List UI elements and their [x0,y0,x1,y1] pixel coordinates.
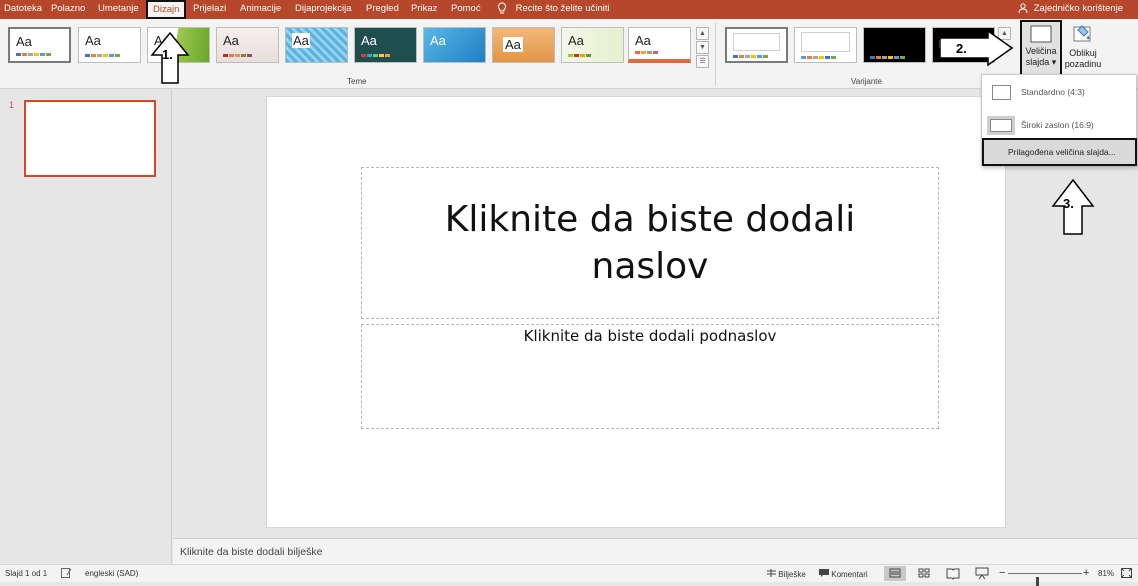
format-background-button[interactable]: Oblikuj pozadinu [1062,23,1104,79]
theme-2[interactable]: Aa [78,27,141,63]
tab-design[interactable]: Dizajn [146,0,187,19]
slideshow-icon [975,567,989,580]
language-indicator[interactable]: engleski (SAD) [85,569,138,578]
format-background-icon [1073,25,1091,42]
variants-group-label: Varijante [851,77,882,86]
reading-view-icon [946,568,960,580]
slide-sorter-icon [918,568,930,578]
notes-pane[interactable]: Kliknite da biste dodali bilješke [173,538,1138,564]
tell-me-text: Recite što želite učiniti [515,3,610,15]
tab-transitions[interactable]: Prijelazi [193,3,226,14]
slide-size-label-line1: Veličina [1025,46,1057,56]
notes-placeholder-text: Kliknite da biste dodali bilješke [180,546,323,558]
slide-counter: Slajd 1 od 1 [5,569,48,578]
menu-item-widescreen[interactable]: Široki zaslon (16:9) [984,111,1136,139]
ribbon-tab-bar: Datoteka Polazno Umetanje Dizajn Prijela… [0,0,1138,19]
callout-label-2: 2. [956,41,967,56]
title-placeholder[interactable]: Kliknite da biste dodali naslov [361,167,939,319]
tab-file[interactable]: Datoteka [4,3,42,14]
menu-item-custom-size-label: Prilagođena veličina slajda... [1008,147,1116,157]
theme-7[interactable]: Aa [423,27,486,63]
slide-thumbnail[interactable] [24,100,156,177]
share-button[interactable]: Zajedničko korištenje [1018,3,1123,14]
notes-toggle-label: Bilješke [778,570,806,579]
theme-5[interactable]: Aa [285,27,348,63]
tab-animations[interactable]: Animacije [240,3,281,14]
standard-size-icon [992,85,1011,100]
slideshow-button[interactable] [971,566,993,581]
comment-icon [819,569,829,577]
variant-1[interactable] [725,27,788,63]
tab-insert[interactable]: Umetanje [98,3,139,14]
theme-9[interactable]: Aa [561,27,624,63]
callout-arrow-3: 3. [1051,178,1095,235]
theme-4[interactable]: Aa [216,27,279,63]
menu-item-standard[interactable]: Standardno (4:3) [984,78,1136,106]
zoom-out-button[interactable]: − [999,567,1005,579]
zoom-slider[interactable] [1008,573,1082,586]
menu-item-custom-size[interactable]: Prilagođena veličina slajda... [982,138,1137,166]
format-background-label-line2: pozadinu [1064,59,1102,69]
tell-me-box[interactable]: Recite što želite učiniti [497,2,610,15]
status-bar: Slajd 1 od 1 engleski (SAD) Bilješke Kom… [0,564,1138,586]
tab-slideshow[interactable]: Dijaprojekcija [295,3,352,14]
callout-arrow-1: 1. [150,31,190,84]
theme-6[interactable]: Aa [354,27,417,63]
gallery-scroll-up[interactable]: ▲ [696,27,709,40]
slide-size-label-line2: slajda ▾ [1025,57,1057,67]
comments-toggle-label: Komentari [831,570,868,579]
title-placeholder-text: Kliknite da biste dodali naslov [444,199,856,287]
reading-view-button[interactable] [942,566,964,581]
theme-office[interactable]: Aa [8,27,71,63]
theme-10[interactable]: Aa [628,27,691,63]
variant-3[interactable] [863,27,926,63]
themes-group-label: Teme [347,77,367,86]
callout-label-1: 1. [162,47,173,62]
normal-view-icon [889,568,901,578]
notes-toggle[interactable]: Bilješke [767,569,806,579]
menu-item-standard-label: Standardno (4:3) [1021,87,1085,97]
slide-thumbnail-pane: 1 [0,90,172,564]
subtitle-placeholder-text: Kliknite da biste dodali podnaslov [523,327,777,345]
widescreen-size-icon [990,119,1012,132]
normal-view-button[interactable] [884,566,906,581]
callout-arrow-2: 2. [939,30,1014,66]
theme-8[interactable]: Aa [492,27,555,63]
zoom-in-button[interactable]: + [1083,567,1089,579]
tab-help[interactable]: Pomoć [451,3,481,14]
spell-check-icon[interactable] [61,568,72,580]
callout-label-3: 3. [1063,196,1074,211]
slide-size-menu: Standardno (4:3) Široki zaslon (16:9) Pr… [981,74,1137,166]
variant-2[interactable] [794,27,857,63]
zoom-level[interactable]: 81% [1098,569,1114,578]
fit-to-window-button[interactable] [1121,568,1132,580]
format-background-label-line1: Oblikuj [1069,48,1097,58]
person-icon [1018,3,1028,14]
tab-review[interactable]: Pregled [366,3,399,14]
group-separator [715,23,716,85]
menu-item-widescreen-label: Široki zaslon (16:9) [1021,120,1094,130]
gallery-scroll-down[interactable]: ▼ [696,41,709,54]
tab-home[interactable]: Polazno [51,3,85,14]
gallery-more[interactable]: ☰ [696,55,709,68]
comments-toggle[interactable]: Komentari [819,569,868,579]
slide-size-button[interactable]: Veličina slajda ▾ [1020,20,1062,79]
slide-size-icon [1030,25,1052,43]
subtitle-placeholder[interactable]: Kliknite da biste dodali podnaslov [361,324,939,429]
tab-view[interactable]: Prikaz [411,3,437,14]
slide-canvas[interactable]: Kliknite da biste dodali naslov Kliknite… [266,96,1006,528]
lightbulb-icon [497,2,507,14]
share-label: Zajedničko korištenje [1033,3,1123,14]
fit-to-window-icon [1121,568,1132,578]
slide-sorter-button[interactable] [913,566,935,581]
notes-icon [767,569,776,577]
thumbnail-number: 1 [9,100,15,110]
